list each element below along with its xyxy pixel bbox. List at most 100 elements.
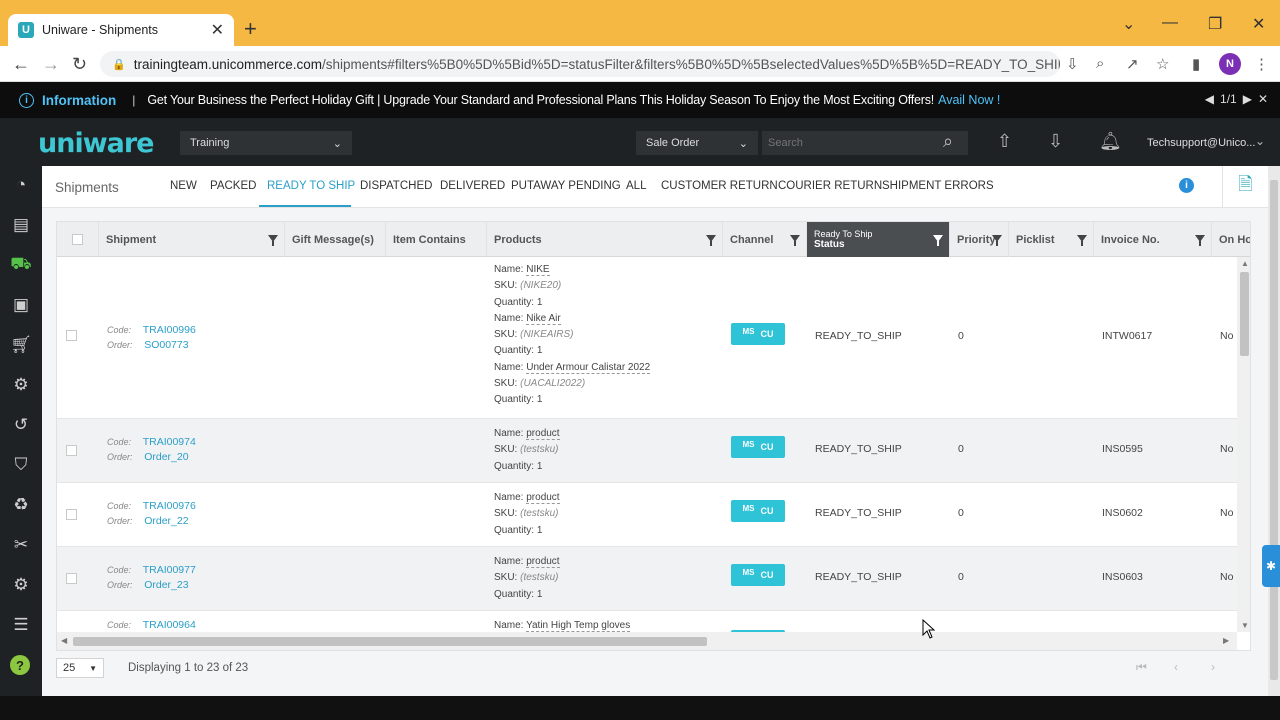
zoom-icon[interactable]: ⌕ <box>1096 55 1104 72</box>
bell-icon[interactable]: 🔔︎ <box>1099 131 1122 152</box>
avail-now-link[interactable]: Avail Now ! <box>938 93 1000 107</box>
col-products[interactable]: Products <box>487 222 723 257</box>
product-name[interactable]: product <box>526 428 560 440</box>
help-icon[interactable]: ? <box>10 655 30 675</box>
shipment-code-link[interactable]: TRAI00976 <box>143 500 196 512</box>
next-arrow-icon[interactable]: ▶ <box>1243 92 1252 106</box>
table-row[interactable]: Code: TRAI00977 Order: Order_23 Name: pr… <box>57 547 1237 611</box>
prev-page-icon[interactable]: ‹ <box>1174 660 1178 674</box>
shipment-code-link[interactable]: TRAI00996 <box>143 324 196 336</box>
new-tab-icon[interactable]: + <box>244 18 257 40</box>
filter-icon[interactable] <box>933 235 943 246</box>
table-row[interactable]: Code: TRAI00976 Order: Order_22 Name: pr… <box>57 483 1237 547</box>
search-type-dropdown[interactable]: Sale Order ⌄ <box>636 131 758 155</box>
forward-icon[interactable]: → <box>42 54 60 75</box>
download-icon[interactable]: ⇩ <box>1048 131 1063 152</box>
dashboard-icon[interactable]: ◔ <box>10 174 32 196</box>
tab-packed[interactable]: PACKED <box>210 180 256 192</box>
shipment-code-link[interactable]: TRAI00974 <box>143 436 196 448</box>
scroll-left-icon[interactable]: ◀ <box>61 636 67 645</box>
filter-icon[interactable] <box>706 235 716 246</box>
col-shipment[interactable]: Shipment <box>99 222 285 257</box>
cart-icon[interactable]: 🛒︎ <box>10 334 32 356</box>
shipment-code-link[interactable]: TRAI00964 <box>143 619 196 631</box>
page-scrollbar[interactable] <box>1268 166 1280 696</box>
forklift-icon[interactable]: ⚙ <box>10 374 32 396</box>
tab-customer-return[interactable]: CUSTOMER RETURN <box>661 180 778 192</box>
close-banner-icon[interactable]: ✕ <box>1258 92 1268 106</box>
close-tab-icon[interactable]: ✕ <box>211 20 224 40</box>
order-link[interactable]: Order_23 <box>144 579 188 591</box>
uniware-logo[interactable]: uniware <box>38 128 154 159</box>
product-name[interactable]: product <box>526 492 560 504</box>
layout-icon[interactable]: ☰ <box>10 614 32 636</box>
document-icon[interactable]: 🗎 <box>1222 166 1268 208</box>
browser-tab[interactable]: U Uniware - Shipments ✕ <box>8 14 234 46</box>
product-name[interactable]: product <box>526 556 560 568</box>
search-icon[interactable]: ⌕ <box>943 131 953 152</box>
settings-gear-icon[interactable]: ⚙ <box>10 574 32 596</box>
url-field[interactable]: 🔒 trainingteam.unicommerce.com/shipments… <box>100 51 1060 77</box>
orders-icon[interactable]: ▤ <box>10 214 32 236</box>
scroll-right-icon[interactable]: ▶ <box>1223 636 1229 645</box>
tab-delivered[interactable]: DELIVERED <box>440 180 505 192</box>
prev-arrow-icon[interactable]: ◀ <box>1205 92 1214 106</box>
restore-icon[interactable]: ❐ <box>1208 14 1222 34</box>
col-picklist[interactable]: Picklist <box>1009 222 1094 257</box>
select-all-checkbox[interactable] <box>72 234 83 245</box>
table-row[interactable]: Code: TRAI00996 Order: SO00773 Name: NIK… <box>57 257 1237 419</box>
order-link[interactable]: SO00773 <box>144 339 188 351</box>
page-scroll-thumb[interactable] <box>1270 180 1278 680</box>
sidepanel-icon[interactable]: ▮ <box>1192 55 1200 73</box>
tab-search-icon[interactable]: ⌄ <box>1122 14 1135 34</box>
facility-dropdown[interactable]: Training ⌄ <box>180 131 352 155</box>
install-icon[interactable]: ⇩ <box>1066 55 1079 73</box>
user-menu[interactable]: Techsupport@Unico... <box>1147 137 1255 149</box>
tab-ready-to-ship[interactable]: READY TO SHIP <box>267 180 355 192</box>
next-page-icon[interactable]: › <box>1211 660 1215 674</box>
order-link[interactable]: Order_22 <box>144 515 188 527</box>
col-status[interactable]: Ready To Ship Status <box>807 222 950 257</box>
product-name[interactable]: Under Armour Calistar 2022 <box>526 361 651 374</box>
tab-shipment-errors[interactable]: SHIPMENT ERRORS <box>882 180 994 192</box>
tab-putaway-pending[interactable]: PUTAWAY PENDING <box>511 180 621 192</box>
scroll-up-icon[interactable]: ▲ <box>1241 259 1249 268</box>
col-priority[interactable]: Priority <box>950 222 1009 257</box>
shipments-truck-icon[interactable]: ⛟ <box>10 254 32 276</box>
filter-icon[interactable] <box>1077 235 1087 246</box>
profile-avatar[interactable]: N <box>1219 53 1241 75</box>
returns-icon[interactable]: ↺ <box>10 414 32 436</box>
search-input[interactable] <box>762 131 968 155</box>
horizontal-scrollbar[interactable]: ◀ ▶ <box>57 632 1237 650</box>
feedback-tab-icon[interactable]: ✱ <box>1262 545 1280 587</box>
filter-icon[interactable] <box>992 235 1002 246</box>
filter-icon[interactable] <box>268 235 278 246</box>
share-icon[interactable]: ↗ <box>1126 55 1139 73</box>
order-link[interactable]: Order_20 <box>144 451 188 463</box>
row-checkbox[interactable] <box>66 573 77 584</box>
reload-icon[interactable]: ↻ <box>72 54 87 75</box>
filter-icon[interactable] <box>1195 235 1205 246</box>
horizontal-scroll-thumb[interactable] <box>73 637 707 646</box>
col-channel[interactable]: Channel <box>723 222 807 257</box>
row-checkbox[interactable] <box>66 330 77 341</box>
table-row[interactable]: Code: TRAI00974 Order: Order_20 Name: pr… <box>57 419 1237 483</box>
tab-all[interactable]: ALL <box>626 180 646 192</box>
product-name[interactable]: NIKE <box>526 264 550 276</box>
menu-dots-icon[interactable]: ⋮ <box>1254 55 1269 73</box>
wallet-icon[interactable]: ▣ <box>10 294 32 316</box>
row-checkbox[interactable] <box>66 445 77 456</box>
back-icon[interactable]: ← <box>12 54 30 75</box>
chevron-down-icon[interactable]: ⌄ <box>1255 134 1265 148</box>
row-checkbox[interactable] <box>66 509 77 520</box>
tab-dispatched[interactable]: DISPATCHED <box>360 180 432 192</box>
product-name[interactable]: Nike Air <box>526 312 561 325</box>
info-icon[interactable]: i <box>1179 178 1194 193</box>
close-window-icon[interactable]: ✕ <box>1252 14 1265 34</box>
scroll-down-icon[interactable]: ▼ <box>1241 621 1249 630</box>
upload-icon[interactable]: ⇧ <box>997 131 1012 152</box>
col-invoice[interactable]: Invoice No. <box>1094 222 1212 257</box>
recycle-icon[interactable]: ♻ <box>10 494 32 516</box>
tools-icon[interactable]: ✂ <box>10 534 32 556</box>
bookmark-star-icon[interactable]: ☆ <box>1156 55 1169 73</box>
